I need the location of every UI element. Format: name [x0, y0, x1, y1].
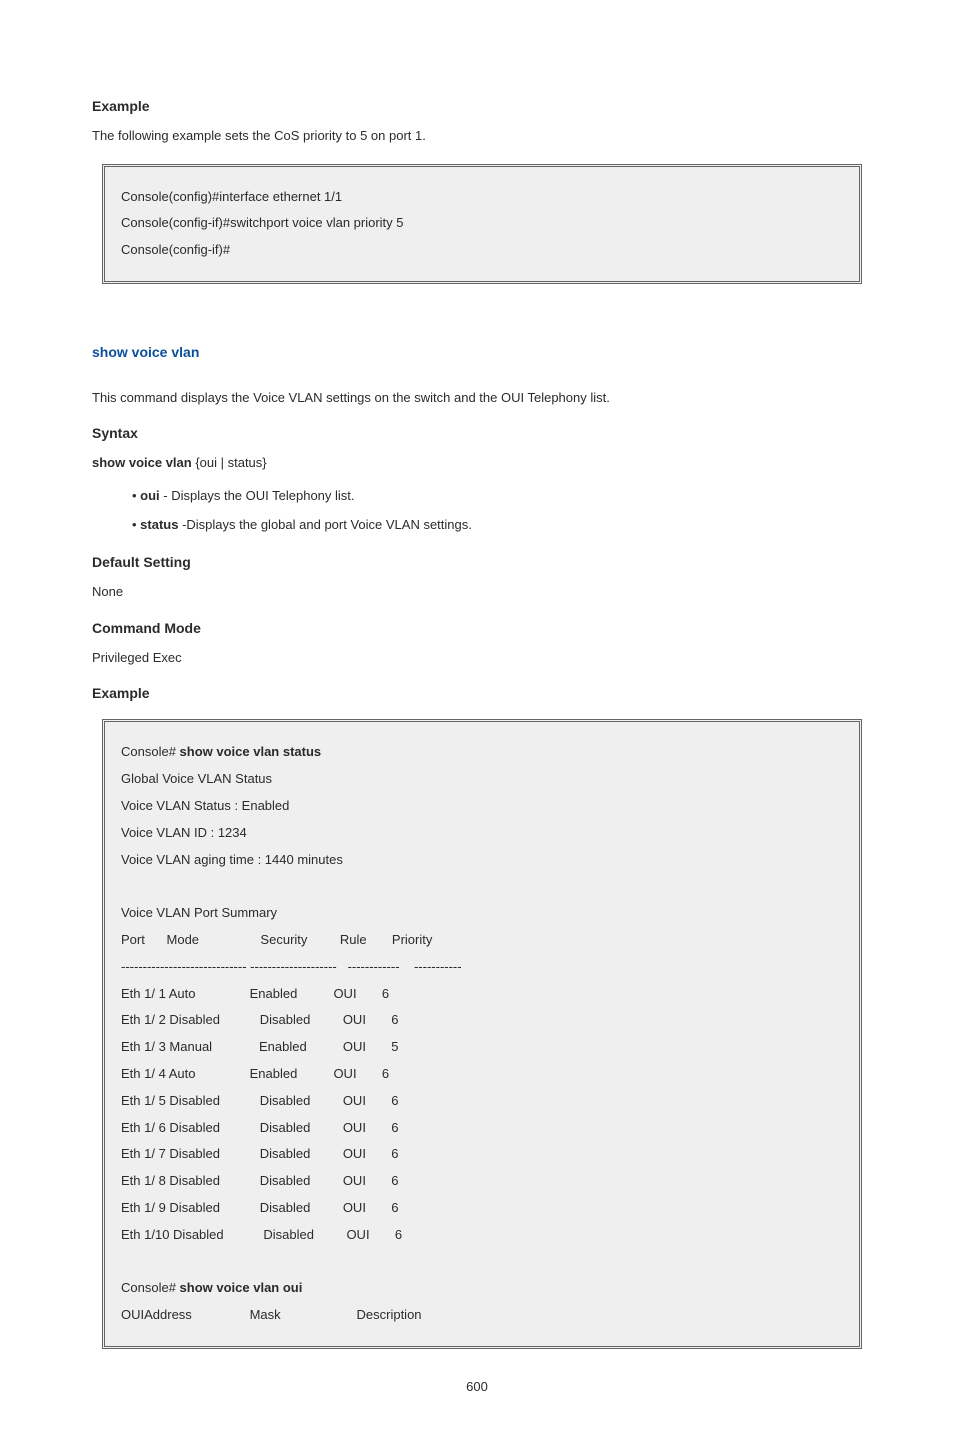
syntax-option: • oui - Displays the OUI Telephony list.	[132, 485, 862, 508]
syntax-option-rest: - Displays the OUI Telephony list.	[160, 488, 355, 503]
example-heading: Example	[92, 98, 862, 114]
code-block-1: Console(config)#interface ethernet 1/1 Co…	[102, 164, 862, 284]
code-line: Eth 1/10 Disabled Disabled OUI 6	[121, 1225, 843, 1246]
code-line: Eth 1/ 8 Disabled Disabled OUI 6	[121, 1171, 843, 1192]
code-line: Eth 1/ 9 Disabled Disabled OUI 6	[121, 1198, 843, 1219]
syntax-option: • status -Displays the global and port V…	[132, 514, 862, 537]
code-line: Voice VLAN ID : 1234	[121, 823, 843, 844]
code-line: Eth 1/ 1 Auto Enabled OUI 6	[121, 984, 843, 1005]
code-line: Eth 1/ 2 Disabled Disabled OUI 6	[121, 1010, 843, 1031]
code-line: Global Voice VLAN Status	[121, 769, 843, 790]
command-mode-value: Privileged Exec	[92, 648, 862, 668]
code-line: Voice VLAN aging time : 1440 minutes	[121, 850, 843, 871]
command-description: This command displays the Voice VLAN set…	[92, 388, 862, 408]
code-line: Console# show voice vlan oui	[121, 1278, 843, 1299]
code-line: OUIAddress Mask Description	[121, 1305, 843, 1326]
syntax-option-bold: status	[140, 517, 178, 532]
syntax-heading: Syntax	[92, 425, 862, 441]
code-line: Console(config-if)#switchport voice vlan…	[121, 213, 843, 234]
syntax-command-bold: show voice vlan	[92, 455, 192, 470]
default-heading: Default Setting	[92, 554, 862, 570]
code-line: Voice VLAN Status : Enabled	[121, 796, 843, 817]
code-line: Eth 1/ 6 Disabled Disabled OUI 6	[121, 1118, 843, 1139]
example-text: The following example sets the CoS prior…	[92, 126, 862, 146]
syntax-command-rest: {oui | status}	[192, 455, 267, 470]
code-line: Eth 1/ 3 Manual Enabled OUI 5	[121, 1037, 843, 1058]
syntax-command: show voice vlan {oui | status}	[92, 453, 862, 473]
default-value: None	[92, 582, 862, 602]
syntax-option-bold: oui	[140, 488, 160, 503]
code-line: ----------------------------- ----------…	[121, 957, 843, 978]
code-line: Eth 1/ 7 Disabled Disabled OUI 6	[121, 1144, 843, 1165]
code-block-2: Console# show voice vlan status Global Vo…	[102, 719, 862, 1349]
example-heading: Example	[92, 685, 862, 701]
code-line: Console# show voice vlan status	[121, 742, 843, 763]
code-line: Console(config)#interface ethernet 1/1	[121, 187, 843, 208]
code-line: Eth 1/ 4 Auto Enabled OUI 6	[121, 1064, 843, 1085]
code-line: Voice VLAN Port Summary	[121, 903, 843, 924]
code-line: Eth 1/ 5 Disabled Disabled OUI 6	[121, 1091, 843, 1112]
syntax-option-rest: -Displays the global and port Voice VLAN…	[178, 517, 471, 532]
code-line	[121, 1252, 843, 1273]
page-number: 600	[92, 1379, 862, 1394]
command-mode-heading: Command Mode	[92, 620, 862, 636]
code-line	[121, 876, 843, 897]
code-line: Console(config-if)#	[121, 240, 843, 261]
command-link[interactable]: show voice vlan	[92, 344, 862, 360]
code-line: Port Mode Security Rule Priority	[121, 930, 843, 951]
